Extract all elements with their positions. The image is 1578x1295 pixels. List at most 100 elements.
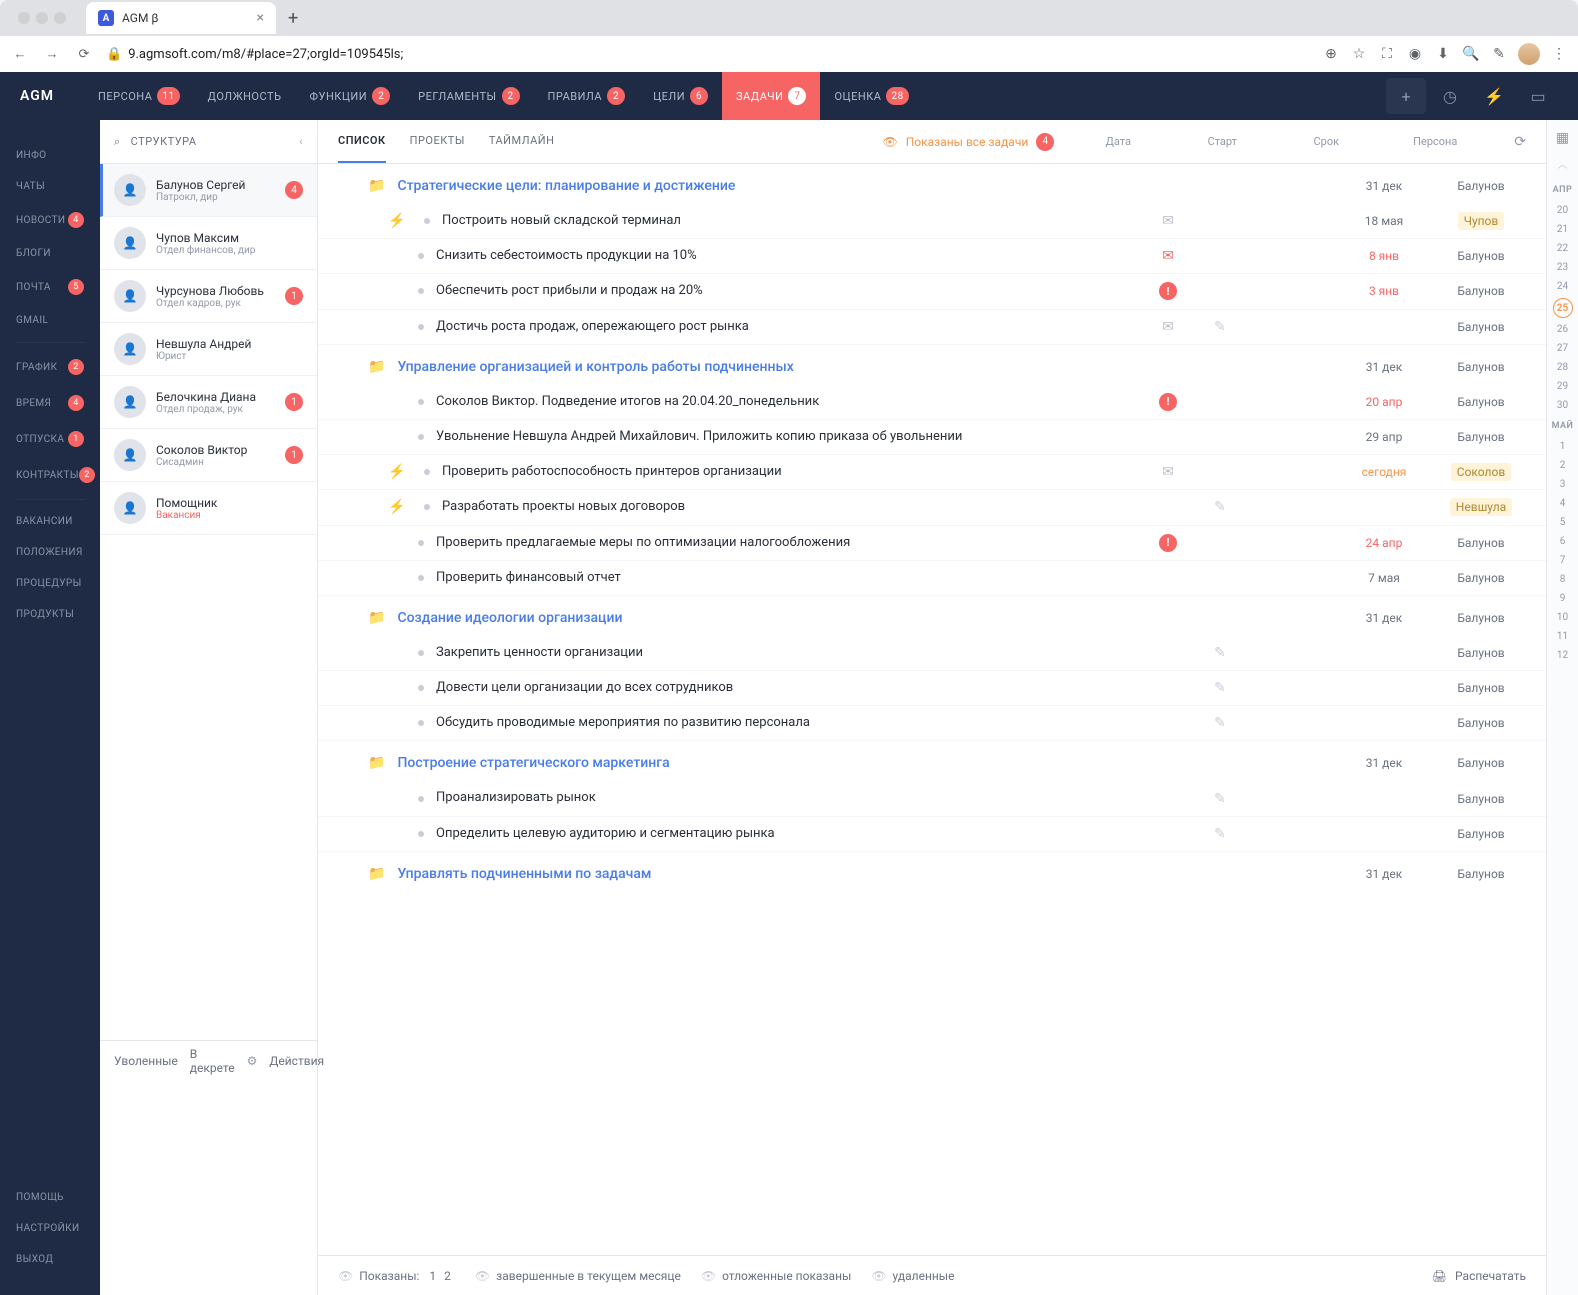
view-tab[interactable]: ПРОЕКТЫ xyxy=(410,120,465,163)
pencil-icon[interactable]: ✎ xyxy=(1214,319,1226,335)
col-due[interactable]: Срок xyxy=(1286,135,1366,148)
fired-filter[interactable]: Уволенные xyxy=(114,1054,178,1068)
calendar-day[interactable]: 22 xyxy=(1553,239,1573,258)
task-row[interactable]: Достичь роста продаж, опережающего рост … xyxy=(318,310,1546,345)
person-item[interactable]: 👤Балунов СергейПатрокл, дир4 xyxy=(100,164,317,217)
task-group-header[interactable]: 📁Управление организацией и контроль рабо… xyxy=(318,345,1546,385)
browser-tab[interactable]: A AGM β × xyxy=(86,2,276,34)
sidebar-положения[interactable]: ПОЛОЖЕНИЯ xyxy=(0,537,100,568)
ext-crop-icon[interactable]: ⛶ xyxy=(1378,45,1396,63)
calendar-day[interactable]: 6 xyxy=(1557,532,1568,551)
calendar-day[interactable]: 30 xyxy=(1553,396,1573,415)
person-item[interactable]: 👤Белочкина ДианаОтдел продаж, рук1 xyxy=(100,376,317,429)
task-row[interactable]: Соколов Виктор. Подведение итогов на 20.… xyxy=(318,385,1546,420)
person-item[interactable]: 👤ПомощникВакансия xyxy=(100,482,317,535)
sidebar-помощь[interactable]: ПОМОЩЬ xyxy=(0,1182,100,1213)
task-row[interactable]: Закрепить ценности организации✎Балунов xyxy=(318,636,1546,671)
sidebar-продукты[interactable]: ПРОДУКТЫ xyxy=(0,599,100,630)
task-row[interactable]: Проверить финансовый отчет7 маяБалунов xyxy=(318,561,1546,596)
ext-plus-icon[interactable]: ⊕ xyxy=(1322,45,1340,63)
task-row[interactable]: ⚡Проверить работоспособность принтеров о… xyxy=(318,455,1546,490)
nav-задачи[interactable]: ЗАДАЧИ7 xyxy=(722,72,820,120)
sidebar-выход[interactable]: ВЫХОД xyxy=(0,1244,100,1275)
filter-postponed[interactable]: 👁отложенные показаны xyxy=(701,1269,851,1283)
search-icon[interactable]: ⌕ xyxy=(114,135,121,149)
task-group-header[interactable]: 📁Создание идеологии организации31 декБал… xyxy=(318,596,1546,636)
calendar-day[interactable]: 2 xyxy=(1557,456,1568,475)
calendar-day[interactable]: 5 xyxy=(1557,513,1568,532)
sidebar-контракты[interactable]: КОНТРАКТЫ2 xyxy=(0,457,100,493)
nav-функции[interactable]: ФУНКЦИИ2 xyxy=(296,72,405,120)
calendar-day[interactable]: 21 xyxy=(1553,220,1573,239)
back-button[interactable]: ← xyxy=(10,46,30,62)
calendar-day[interactable]: 11 xyxy=(1557,627,1568,646)
sidebar-почта[interactable]: ПОЧТА5 xyxy=(0,269,100,305)
sidebar-отпуска[interactable]: ОТПУСКА1 xyxy=(0,421,100,457)
url-field[interactable]: 🔒 9.agmsoft.com/m8/#place=27;orgId=10954… xyxy=(106,47,1310,62)
sidebar-график[interactable]: ГРАФИК2 xyxy=(0,349,100,385)
page-number[interactable]: 1 xyxy=(429,1269,436,1283)
nav-регламенты[interactable]: РЕГЛАМЕНТЫ2 xyxy=(404,72,533,120)
calendar-day[interactable]: 27 xyxy=(1553,339,1573,358)
actions-label[interactable]: Действия xyxy=(269,1054,324,1068)
task-row[interactable]: Обсудить проводимые мероприятия по разви… xyxy=(318,706,1546,741)
sidebar-инфо[interactable]: ИНФО xyxy=(0,140,100,171)
calendar-day[interactable]: 3 xyxy=(1557,475,1568,494)
refresh-icon[interactable]: ⟳ xyxy=(1514,134,1526,150)
sidebar-настройки[interactable]: НАСТРОЙКИ xyxy=(0,1213,100,1244)
calendar-day[interactable]: 9 xyxy=(1557,589,1568,608)
person-item[interactable]: 👤Соколов ВикторСисадмин1 xyxy=(100,429,317,482)
close-dot[interactable] xyxy=(18,12,30,24)
forward-button[interactable]: → xyxy=(42,46,62,62)
calendar-day[interactable]: 24 xyxy=(1553,277,1573,296)
task-row[interactable]: Увольнение Невшула Андрей Михайлович. Пр… xyxy=(318,420,1546,455)
nav-должность[interactable]: ДОЛЖНОСТЬ xyxy=(194,72,296,120)
nav-оценка[interactable]: ОЦЕНКА28 xyxy=(820,72,922,120)
task-row[interactable]: Снизить себестоимость продукции на 10%✉8… xyxy=(318,239,1546,274)
task-group-header[interactable]: 📁Построение стратегического маркетинга31… xyxy=(318,741,1546,781)
person-item[interactable]: 👤Невшула АндрейЮрист xyxy=(100,323,317,376)
person-item[interactable]: 👤Чурсунова ЛюбовьОтдел кадров, рук1 xyxy=(100,270,317,323)
page-number[interactable]: 2 xyxy=(444,1269,451,1283)
calendar-day[interactable]: 25 xyxy=(1553,298,1573,318)
new-tab-button[interactable]: + xyxy=(288,8,298,29)
calendar-day[interactable]: 23 xyxy=(1553,258,1573,277)
timer-icon[interactable]: ◷ xyxy=(1430,78,1470,114)
task-group-header[interactable]: 📁Стратегические цели: планирование и дос… xyxy=(318,164,1546,204)
task-row[interactable]: Обеспечить рост прибыли и продаж на 20%!… xyxy=(318,274,1546,309)
print-button[interactable]: Распечатать xyxy=(1455,1269,1526,1283)
calendar-day[interactable]: 12 xyxy=(1557,646,1568,665)
pencil-icon[interactable]: ✎ xyxy=(1214,645,1226,661)
add-button[interactable]: + xyxy=(1386,78,1426,114)
calendar-day[interactable]: 29 xyxy=(1553,377,1573,396)
ext-wand-icon[interactable]: ✎ xyxy=(1490,45,1508,63)
ext-down-icon[interactable]: ⬇ xyxy=(1434,45,1452,63)
task-row[interactable]: ⚡Построить новый складской терминал✉18 м… xyxy=(318,204,1546,239)
sidebar-время[interactable]: ВРЕМЯ4 xyxy=(0,385,100,421)
pencil-icon[interactable]: ✎ xyxy=(1214,791,1226,807)
calendar-day[interactable]: 20 xyxy=(1553,201,1573,220)
task-row[interactable]: Определить целевую аудиторию и сегментац… xyxy=(318,817,1546,852)
sidebar-новости[interactable]: НОВОСТИ4 xyxy=(0,202,100,238)
calendar-day[interactable]: 4 xyxy=(1557,494,1568,513)
calendar-day[interactable]: 7 xyxy=(1557,551,1568,570)
calendar-day[interactable]: 1 xyxy=(1557,437,1568,456)
calendar-day[interactable]: 10 xyxy=(1557,608,1568,627)
collapse-icon[interactable]: ‹ xyxy=(299,135,303,148)
nav-персона[interactable]: ПЕРСОНА11 xyxy=(84,72,194,120)
ext-circle-icon[interactable]: ◉ xyxy=(1406,45,1424,63)
filter-info[interactable]: 👁 Показаны все задачи 4 xyxy=(882,133,1054,151)
bolt-icon[interactable]: ⚡ xyxy=(1474,78,1514,114)
pencil-icon[interactable]: ✎ xyxy=(1214,715,1226,731)
nav-цели[interactable]: ЦЕЛИ6 xyxy=(639,72,722,120)
folder-icon[interactable]: ▭ xyxy=(1518,78,1558,114)
col-person[interactable]: Персона xyxy=(1390,135,1480,148)
grid-icon[interactable]: ▦ xyxy=(1556,130,1569,146)
pencil-icon[interactable]: ✎ xyxy=(1214,826,1226,842)
gear-icon[interactable]: ⚙ xyxy=(247,1054,258,1068)
app-logo[interactable]: AGM xyxy=(20,88,54,104)
reload-button[interactable]: ⟳ xyxy=(74,47,94,62)
calendar-day[interactable]: 28 xyxy=(1553,358,1573,377)
pencil-icon[interactable]: ✎ xyxy=(1214,680,1226,696)
pencil-icon[interactable]: ✎ xyxy=(1214,499,1226,515)
